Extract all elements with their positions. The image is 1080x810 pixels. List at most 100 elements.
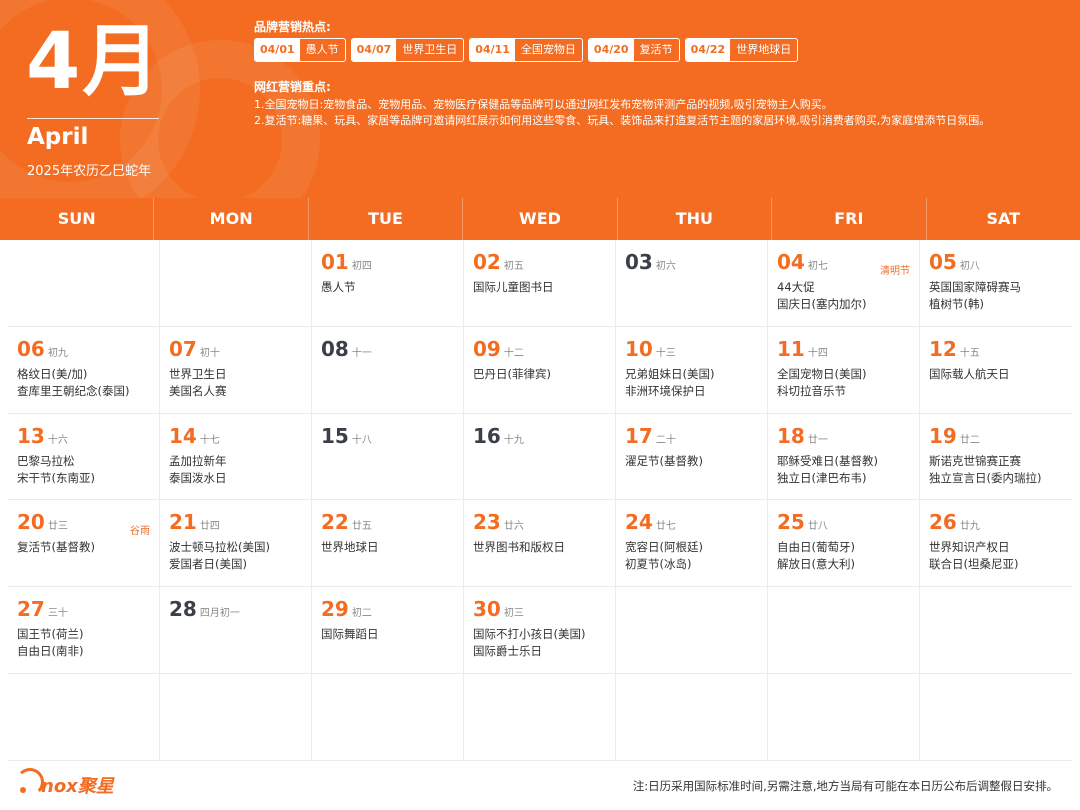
day-number: 12 xyxy=(929,336,957,361)
day-cell: 18 廿一 耶稣受难日(基督教) 独立日(津巴布韦) xyxy=(768,413,920,501)
day-cell: 29 初二 国际舞蹈日 xyxy=(312,587,464,674)
lunar-date: 初五 xyxy=(503,261,524,272)
day-cell: 26 廿九 世界知识产权日 联合日(坦桑尼亚) xyxy=(920,500,1072,588)
empty-cell xyxy=(160,673,312,761)
day-number: 09 xyxy=(473,336,501,361)
event-item: 初夏节(冰岛) xyxy=(625,557,692,572)
event-list: 国际儿童图书日 xyxy=(473,279,615,296)
event-list: 兄弟姐妹日(美国) 非洲环境保护日 xyxy=(625,366,767,400)
lunar-date: 廿一 xyxy=(807,434,828,446)
event-item: 全国宠物日(美国) xyxy=(777,366,867,381)
lunar-date: 十八 xyxy=(351,434,372,446)
day-header: 18 廿一 xyxy=(777,424,919,448)
month-divider xyxy=(27,118,159,119)
event-list: 复活节(基督教) xyxy=(17,539,159,556)
day-header: 06 初九 xyxy=(17,337,159,361)
footer-note: 注:日历采用国际标准时间,另需注意,地方当局有可能在本日历公布后调整假日安排。 xyxy=(632,779,1058,793)
day-number: 22 xyxy=(321,510,349,535)
day-cell: 30 初三 国际不打小孩日(美国) 国际爵士乐日 xyxy=(464,587,616,674)
event-item: 濯足节(基督教) xyxy=(625,453,703,468)
day-number: 21 xyxy=(169,510,197,535)
event-item: 耶稣受难日(基督教) xyxy=(777,453,878,468)
day-number: 03 xyxy=(625,250,653,274)
event-list: 愚人节 xyxy=(321,279,463,296)
key-point: 1.全国宠物日:宠物食品、宠物用品、宠物医疗保健品等品牌可以通过网红发布宠物评测… xyxy=(254,98,833,111)
day-header: 11 十四 xyxy=(777,337,919,361)
lunar-date: 初四 xyxy=(351,261,372,272)
day-header: 02 初五 xyxy=(473,250,615,274)
empty-cell xyxy=(160,240,312,327)
event-list: 世界地球日 xyxy=(321,539,463,556)
event-list: 全国宠物日(美国) 科切拉音乐节 xyxy=(777,366,919,400)
day-cell: 14 十七 孟加拉新年 泰国泼水日 xyxy=(160,413,312,501)
weekday-tue: TUE xyxy=(309,198,464,240)
day-header: 28 四月初一 xyxy=(169,597,311,621)
weekday-header: SUN MON TUE WED THU FRI SAT xyxy=(0,198,1080,240)
day-cell: 23 廿六世界图书和版权日 xyxy=(464,500,616,588)
day-number: 08 xyxy=(321,336,349,361)
event-item: 格纹日(美/加) xyxy=(17,366,88,381)
event-list: 世界图书和版权日 xyxy=(473,539,615,556)
event-list: 波士顿马拉松(美国) 爱国者日(美国) xyxy=(169,539,311,573)
day-cell: 24 廿七 宽容日(阿根廷) 初夏节(冰岛) xyxy=(616,500,768,588)
event-item: 泰国泼水日 xyxy=(169,470,227,485)
day-number: 10 xyxy=(625,336,653,361)
event-item: 查库里王朝纪念(泰国) xyxy=(17,383,130,398)
lunar-date: 初七 xyxy=(807,261,828,272)
weekday-mon: MON xyxy=(154,198,309,240)
day-header: 15 十八 xyxy=(321,424,463,448)
event-list: 巴丹日(菲律宾) xyxy=(473,366,615,383)
weekday-sun: SUN xyxy=(0,198,155,240)
lunar-date: 初三 xyxy=(503,608,524,620)
empty-cell xyxy=(8,673,160,761)
hot-tag-date: 04/11 xyxy=(470,39,515,61)
event-item: 自由日(南非) xyxy=(17,644,84,659)
event-item: 国际不打小孩日(美国) xyxy=(473,627,586,642)
day-number: 28 xyxy=(169,597,197,622)
event-item: 愚人节 xyxy=(321,280,356,294)
day-cell: 09 十二 巴丹日(菲律宾) xyxy=(464,326,616,414)
day-cell: 04 初七 清明节 44大促 国庆日(塞内加尔) xyxy=(768,240,920,327)
lunar-date: 十六 xyxy=(47,434,68,446)
lunar-date: 十五 xyxy=(959,347,980,359)
day-cell: 11 十四全国宠物日(美国) 科切拉音乐节 xyxy=(768,326,920,414)
event-list: 国际载人航天日 xyxy=(929,366,1072,383)
hot-tag-name: 世界卫生日 xyxy=(402,43,458,56)
empty-cell xyxy=(768,587,920,674)
day-header: 30 初三 xyxy=(473,597,615,621)
lunar-date: 二十 xyxy=(655,434,676,446)
day-cell: 17 二十濯足节(基督教) xyxy=(616,413,768,501)
lunar-date: 廿六 xyxy=(503,521,524,533)
hot-tag-date: 04/07 xyxy=(351,39,397,61)
day-header: 23 廿六 xyxy=(473,510,615,534)
event-item: 宋干节(东南亚) xyxy=(17,470,95,485)
key-points-list: 1.全国宠物日:宠物食品、宠物用品、宠物医疗保健品等品牌可以通过网红发布宠物评测… xyxy=(254,97,1054,129)
lunar-date: 十四 xyxy=(807,347,828,359)
empty-cell xyxy=(616,587,768,674)
day-cell: 10 十三 兄弟姐妹日(美国) 非洲环境保护日 xyxy=(616,326,768,414)
day-number: 05 xyxy=(929,250,957,274)
hot-tag: 04/01 愚人节 xyxy=(254,38,346,62)
day-cell: 12 十五国际载人航天日 xyxy=(920,327,1072,414)
day-header: 26 廿九 xyxy=(929,510,1072,534)
day-header: 17 二十 xyxy=(625,424,767,448)
event-item: 波士顿马拉松(美国) xyxy=(169,540,270,555)
key-point: 2.复活节:糖果、玩具、家居等品牌可邀请网红展示如何用这些零食、玩具、装饰品来打… xyxy=(254,114,991,127)
day-header: 27 三十 xyxy=(17,597,159,621)
lunar-year: 2025年农历乙巳蛇年 xyxy=(27,164,152,179)
lunar-date: 廿八 xyxy=(807,521,828,533)
day-header: 29 初二 xyxy=(321,597,463,621)
day-header: 07 初十 xyxy=(169,337,311,361)
day-header: 21 廿四 xyxy=(169,510,311,534)
event-item: 世界知识产权日 xyxy=(929,540,1010,555)
event-item: 国庆日(塞内加尔) xyxy=(777,297,867,311)
lunar-date: 初十 xyxy=(199,347,220,359)
event-item: 植树节(韩) xyxy=(929,297,984,311)
day-cell: 16 十九 xyxy=(464,413,616,501)
footer: nox聚星 注:日历采用国际标准时间,另需注意,地方当局有可能在本日历公布后调整… xyxy=(0,758,1080,810)
day-number: 25 xyxy=(777,510,805,535)
hot-tag: 04/07 世界卫生日 xyxy=(350,38,465,62)
hot-topic-tags: 04/01 愚人节 04/07 世界卫生日 04/11 全国宠物日 04/20 复活节 … xyxy=(254,38,799,62)
event-item: 兄弟姐妹日(美国) xyxy=(625,366,715,381)
event-list: 宽容日(阿根廷) 初夏节(冰岛) xyxy=(625,539,767,573)
